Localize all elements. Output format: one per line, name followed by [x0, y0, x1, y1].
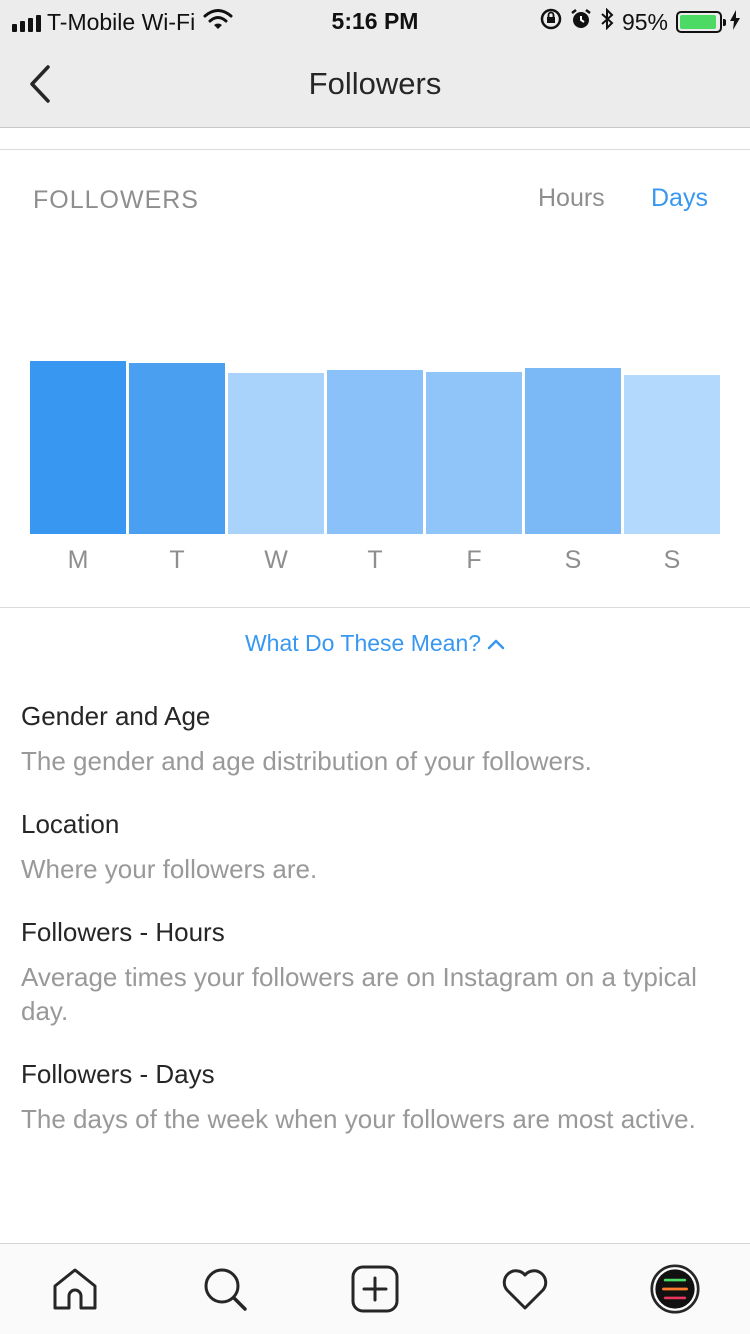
definition-item: Location Where your followers are. [21, 808, 711, 886]
chart-x-label: M [67, 546, 89, 574]
chart-x-label: S [564, 546, 582, 574]
tab-search[interactable] [200, 1264, 250, 1314]
charging-icon [730, 9, 740, 36]
what-do-these-mean-link[interactable]: What Do These Mean? [0, 630, 750, 657]
status-bar: T-Mobile Wi-Fi 5:16 PM 95% [0, 0, 750, 40]
profile-avatar-icon [650, 1264, 700, 1314]
definition-description: Where your followers are. [21, 854, 318, 884]
definition-title: Location [21, 809, 120, 839]
definition-item: Followers - Days The days of the week wh… [21, 1058, 711, 1136]
chart-bar [129, 363, 225, 534]
battery-icon [676, 11, 726, 33]
chart-x-label: T [367, 546, 383, 574]
search-icon [204, 1268, 247, 1311]
tab-home[interactable] [50, 1264, 100, 1314]
page-title: Followers [308, 66, 442, 101]
definition-description: Average times your followers are on Inst… [21, 962, 697, 1026]
activity-heart-icon [502, 1269, 548, 1310]
chevron-up-icon [487, 639, 505, 649]
card-title: FOLLOWERS [33, 186, 199, 214]
section-divider [0, 149, 750, 150]
definition-title: Gender and Age [21, 701, 211, 731]
chart-bar [327, 369, 423, 534]
definition-title: Followers - Hours [21, 917, 225, 947]
chart-bar [624, 375, 720, 534]
chart-x-label: T [169, 546, 185, 574]
status-right: 95% [540, 7, 740, 36]
definition-description: The gender and age distribution of your … [21, 746, 592, 776]
link-label: What Do These Mean? [244, 630, 482, 656]
tab-bar [0, 1243, 750, 1334]
home-icon [53, 1268, 97, 1310]
tab-new-post[interactable] [350, 1264, 400, 1314]
tab-activity[interactable] [500, 1264, 550, 1314]
alarm-icon [570, 8, 592, 36]
followers-days-chart [30, 230, 720, 534]
nav-bar: Followers [0, 40, 750, 128]
hours-toggle[interactable]: Hours [538, 184, 605, 213]
chart-bar [525, 368, 621, 534]
chart-x-axis: MTWTFSS [30, 546, 720, 580]
card-divider [0, 607, 750, 608]
new-post-icon [351, 1265, 399, 1313]
chart-x-label: S [663, 546, 681, 574]
battery-percent: 95% [621, 8, 668, 35]
chart-x-label: W [264, 546, 288, 574]
days-toggle[interactable]: Days [651, 184, 708, 213]
definitions-list: Gender and Age The gender and age distri… [21, 700, 711, 1166]
rotation-lock-icon [540, 8, 562, 36]
definition-item: Gender and Age The gender and age distri… [21, 700, 711, 778]
bluetooth-icon [600, 7, 614, 36]
definition-description: The days of the week when your followers… [21, 1104, 696, 1134]
chart-bar [30, 361, 126, 534]
chart-x-label: F [466, 546, 482, 574]
definition-title: Followers - Days [21, 1059, 215, 1089]
chart-bar [228, 373, 324, 534]
chart-bar [426, 371, 522, 534]
tab-profile[interactable] [650, 1264, 700, 1314]
definition-item: Followers - Hours Average times your fol… [21, 916, 711, 1028]
